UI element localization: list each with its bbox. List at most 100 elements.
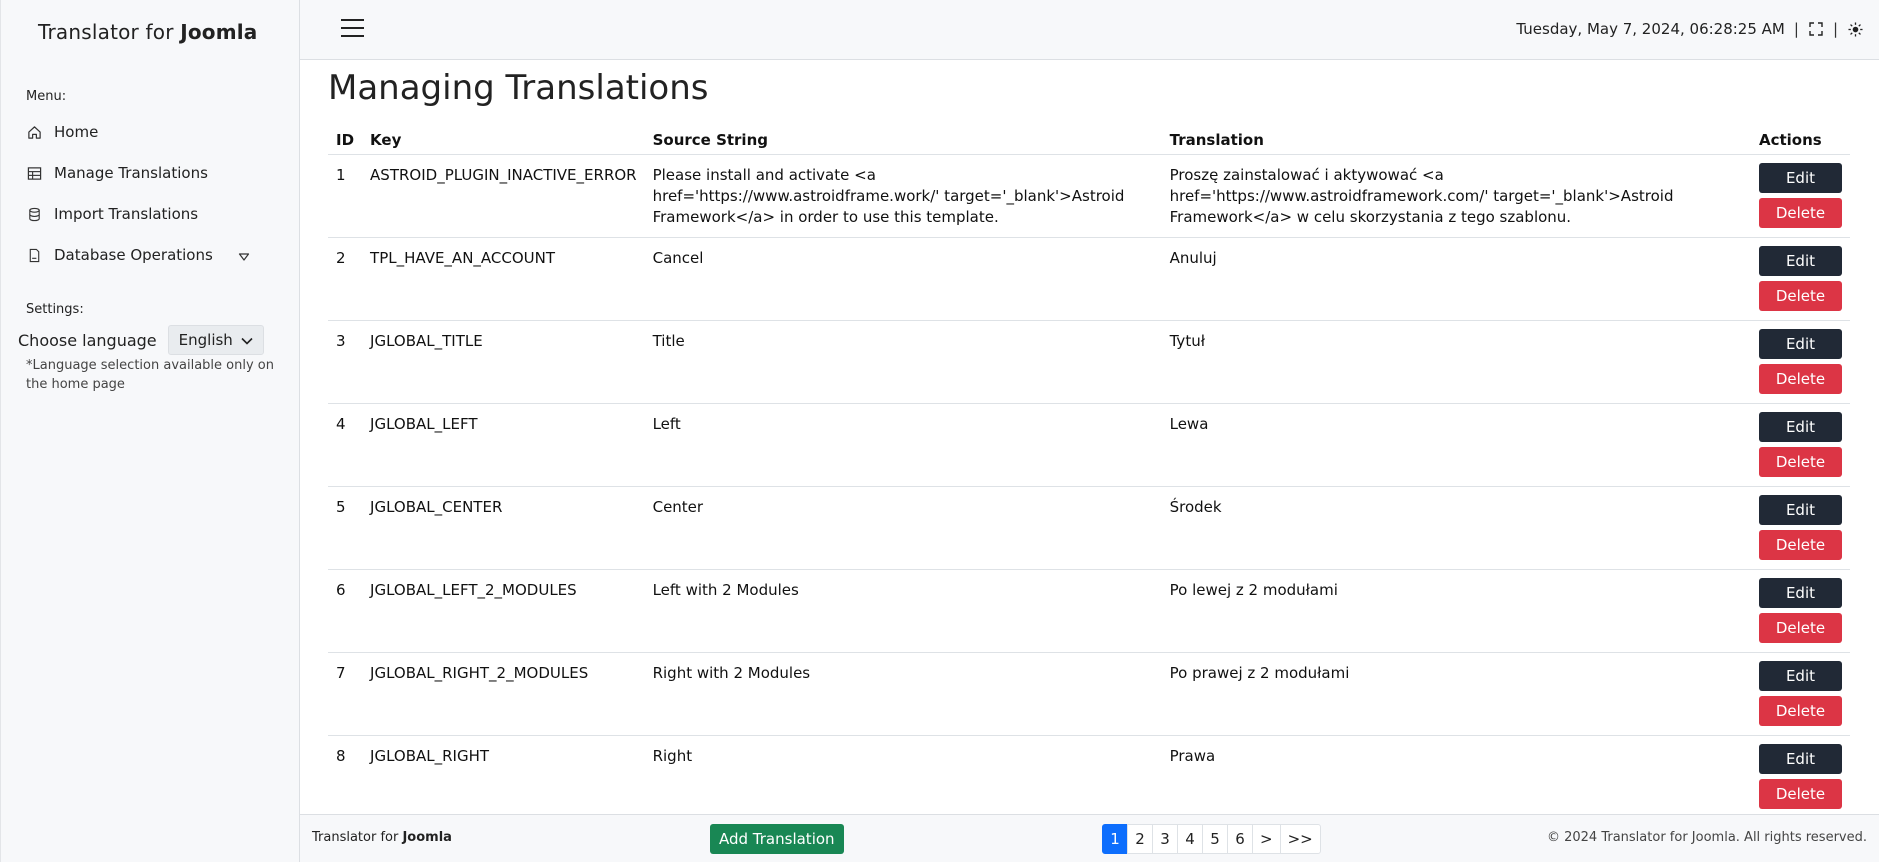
sidebar-item-import-translations[interactable]: Import Translations xyxy=(26,205,198,223)
settings-label: Settings: xyxy=(26,302,84,317)
page-1[interactable]: 1 xyxy=(1102,824,1128,854)
cell-key: JGLOBAL_RIGHT xyxy=(362,735,645,814)
cell-key: TPL_HAVE_AN_ACCOUNT xyxy=(362,237,645,321)
delete-button[interactable]: Delete xyxy=(1758,197,1842,228)
footer-brand: Translator for Joomla xyxy=(312,830,452,845)
page-6[interactable]: 6 xyxy=(1227,824,1253,854)
cell-translation: Po prawej z 2 modułami xyxy=(1161,652,1751,736)
cell-translation: Po lewej z 2 modułami xyxy=(1161,569,1751,653)
table-row: 7 JGLOBAL_RIGHT_2_MODULES Right with 2 M… xyxy=(328,652,1850,736)
page-5[interactable]: 5 xyxy=(1202,824,1228,854)
cell-translation: Anuluj xyxy=(1161,237,1751,321)
sidebar-item-database-operations[interactable]: Database Operations xyxy=(26,246,250,264)
theme-toggle-icon[interactable] xyxy=(1847,21,1863,37)
home-icon xyxy=(26,124,42,140)
cell-source: Center xyxy=(644,486,1162,570)
edit-button[interactable]: Edit xyxy=(1758,328,1842,359)
header-right: Tuesday, May 7, 2024, 06:28:25 AM | | xyxy=(1516,20,1863,38)
cell-source: Title xyxy=(644,320,1162,404)
edit-button[interactable]: Edit xyxy=(1758,494,1842,525)
column-header-source: Source String xyxy=(644,126,1162,155)
column-header-actions: Actions xyxy=(1750,126,1850,155)
cell-source: Left xyxy=(644,403,1162,487)
cell-translation: Lewa xyxy=(1161,403,1751,487)
cell-actions: Edit Delete xyxy=(1750,237,1850,321)
sidebar-item-label: Home xyxy=(54,123,99,141)
app-brand[interactable]: Translator for Joomla xyxy=(38,20,258,44)
cell-id: 3 xyxy=(328,320,363,404)
delete-button[interactable]: Delete xyxy=(1758,778,1842,809)
cell-key: JGLOBAL_RIGHT_2_MODULES xyxy=(362,652,645,736)
add-translation-button[interactable]: Add Translation xyxy=(710,824,844,854)
next-page-button[interactable]: > xyxy=(1252,824,1281,854)
cell-key: JGLOBAL_CENTER xyxy=(362,486,645,570)
page-3[interactable]: 3 xyxy=(1152,824,1178,854)
column-header-translation: Translation xyxy=(1161,126,1751,155)
edit-button[interactable]: Edit xyxy=(1758,660,1842,691)
fullscreen-icon[interactable] xyxy=(1808,21,1824,37)
main-content: Managing Translations ID Key Source Stri… xyxy=(300,60,1879,814)
edit-button[interactable]: Edit xyxy=(1758,162,1842,193)
cell-actions: Edit Delete xyxy=(1750,569,1850,653)
cell-source: Right xyxy=(644,735,1162,814)
cell-actions: Edit Delete xyxy=(1750,486,1850,570)
language-select[interactable]: English xyxy=(167,325,264,355)
cell-source: Cancel xyxy=(644,237,1162,321)
language-row: Choose language English xyxy=(18,325,264,355)
delete-button[interactable]: Delete xyxy=(1758,363,1842,394)
sidebar: Translator for Joomla Menu: Home Manage … xyxy=(0,0,300,862)
language-value: English xyxy=(178,331,233,349)
cell-source: Please install and activate <a href='htt… xyxy=(644,154,1162,238)
cell-actions: Edit Delete xyxy=(1750,735,1850,814)
delete-button[interactable]: Delete xyxy=(1758,612,1842,643)
pagination: 1 2 3 4 5 6 > >> xyxy=(1102,824,1321,854)
cell-translation: Środek xyxy=(1161,486,1751,570)
table-header-row: ID Key Source String Translation Actions xyxy=(328,126,1850,155)
page-2[interactable]: 2 xyxy=(1127,824,1153,854)
delete-button[interactable]: Delete xyxy=(1758,446,1842,477)
menu-toggle-icon[interactable] xyxy=(341,19,364,39)
delete-button[interactable]: Delete xyxy=(1758,280,1842,311)
cell-key: JGLOBAL_LEFT_2_MODULES xyxy=(362,569,645,653)
menu-label: Menu: xyxy=(26,89,67,104)
sidebar-item-label: Database Operations xyxy=(54,246,213,264)
cell-actions: Edit Delete xyxy=(1750,154,1850,238)
cell-id: 4 xyxy=(328,403,363,487)
copyright: © 2024 Translator for Joomla. All rights… xyxy=(1546,830,1867,845)
language-note: *Language selection available only on th… xyxy=(26,358,274,392)
database-icon xyxy=(26,206,42,222)
table-row: 2 TPL_HAVE_AN_ACCOUNT Cancel Anuluj Edit… xyxy=(328,237,1850,321)
delete-button[interactable]: Delete xyxy=(1758,529,1842,560)
cell-translation: Tytuł xyxy=(1161,320,1751,404)
edit-button[interactable]: Edit xyxy=(1758,245,1842,276)
column-header-key: Key xyxy=(362,126,645,155)
current-datetime: Tuesday, May 7, 2024, 06:28:25 AM xyxy=(1516,20,1785,38)
sidebar-item-home[interactable]: Home xyxy=(26,123,98,141)
footer-brand-strong: Joomla xyxy=(402,830,452,845)
cell-id: 2 xyxy=(328,237,363,321)
last-page-button[interactable]: >> xyxy=(1279,824,1321,854)
cell-id: 7 xyxy=(328,652,363,736)
cell-id: 1 xyxy=(328,154,363,238)
delete-button[interactable]: Delete xyxy=(1758,695,1842,726)
separator: | xyxy=(1793,20,1799,38)
sidebar-item-manage-translations[interactable]: Manage Translations xyxy=(26,164,208,182)
page-4[interactable]: 4 xyxy=(1177,824,1203,854)
chevron-down-icon[interactable] xyxy=(238,249,250,261)
cell-translation: Proszę zainstalować i aktywować <a href=… xyxy=(1161,154,1751,238)
cell-actions: Edit Delete xyxy=(1750,652,1850,736)
cell-source: Right with 2 Modules xyxy=(644,652,1162,736)
cell-id: 5 xyxy=(328,486,363,570)
sidebar-item-label: Import Translations xyxy=(54,205,199,223)
cell-id: 6 xyxy=(328,569,363,653)
chevron-down-icon xyxy=(241,331,253,349)
cell-actions: Edit Delete xyxy=(1750,320,1850,404)
table-row: 4 JGLOBAL_LEFT Left Lewa Edit Delete xyxy=(328,403,1850,487)
edit-button[interactable]: Edit xyxy=(1758,743,1842,774)
edit-button[interactable]: Edit xyxy=(1758,411,1842,442)
cell-actions: Edit Delete xyxy=(1750,403,1850,487)
cell-key: JGLOBAL_TITLE xyxy=(362,320,645,404)
table-row: 8 JGLOBAL_RIGHT Right Prawa Edit Delete xyxy=(328,735,1850,814)
edit-button[interactable]: Edit xyxy=(1758,577,1842,608)
footer-brand-prefix: Translator for xyxy=(312,830,403,845)
